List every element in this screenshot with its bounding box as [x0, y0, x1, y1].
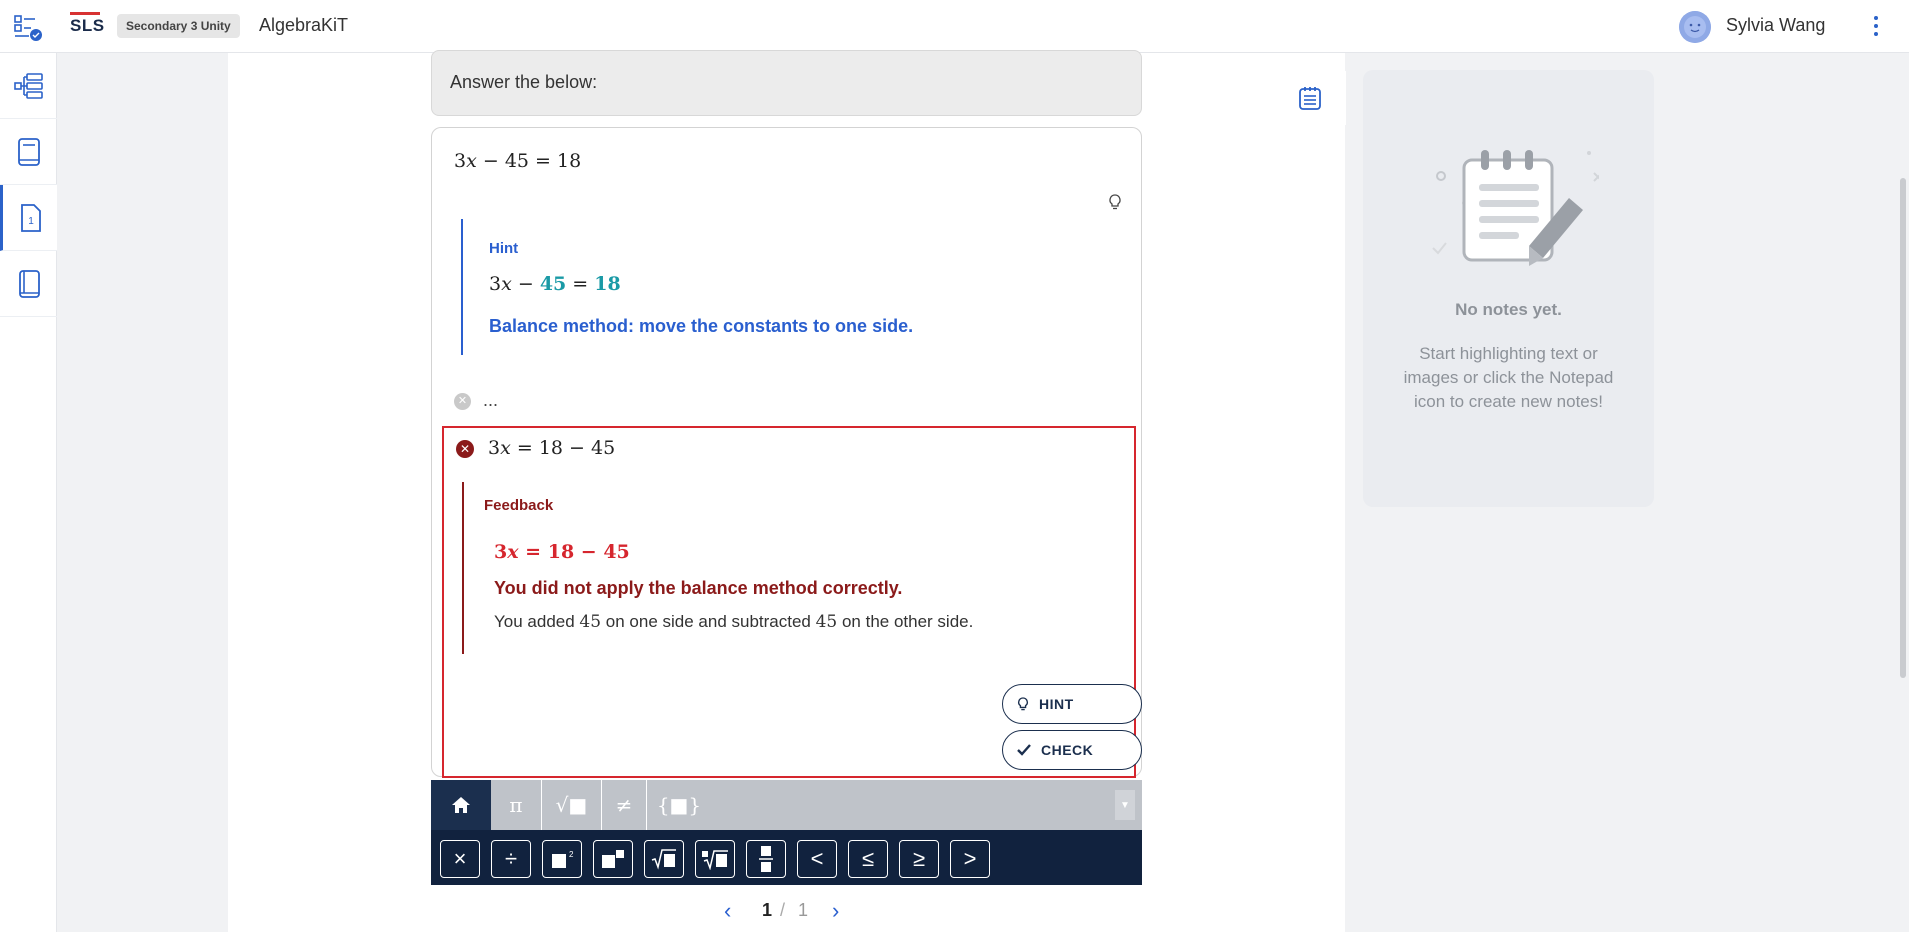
- page-total: 1: [798, 900, 809, 920]
- page-number-icon: 1: [21, 203, 41, 232]
- power-icon: [602, 850, 624, 868]
- given-equation: 3x − 45 = 18: [454, 150, 582, 172]
- hint-equation: 3x − 45 = 18: [489, 273, 621, 295]
- error-icon: ✕: [456, 440, 474, 458]
- page-current: 1: [762, 900, 773, 920]
- more-vertical-icon[interactable]: [1866, 12, 1886, 40]
- chevron-down-icon[interactable]: ▼: [1115, 790, 1135, 820]
- sidebar-item-notebook[interactable]: [0, 119, 57, 185]
- lightbulb-icon[interactable]: [1108, 194, 1122, 210]
- keyboard-tabs: π √■ ≠ {■} ▼: [431, 780, 1142, 830]
- feedback-label: Feedback: [484, 497, 554, 514]
- previous-step[interactable]: ✕...: [454, 390, 498, 411]
- keyboard-tab-sets[interactable]: {■}: [646, 780, 711, 830]
- keyboard-tab-home[interactable]: [431, 780, 491, 830]
- current-step: ✕ 3x = 18 − 45 Feedback 3x = 18 − 45 You…: [442, 426, 1142, 778]
- key-fraction[interactable]: [746, 840, 786, 878]
- hint-message: Balance method: move the constants to on…: [489, 316, 914, 336]
- key-less-equal[interactable]: ≤: [848, 840, 888, 878]
- top-bar: SLS Secondary 3 Unity AlgebraKiT Sylvia …: [0, 0, 1909, 53]
- key-power[interactable]: [593, 840, 633, 878]
- hint-button[interactable]: HINT: [1002, 684, 1142, 724]
- keyboard-tab-roots[interactable]: √■: [541, 780, 601, 830]
- keyboard-tab-relations[interactable]: ≠: [601, 780, 646, 830]
- sidebar-item-structure[interactable]: [0, 53, 57, 119]
- algebra-exercise: 3x − 45 = 18 Hint 3x − 45 = 18 Balance m…: [431, 127, 1142, 778]
- square-power-icon: 2: [552, 850, 574, 868]
- user-name[interactable]: Sylvia Wang: [1726, 15, 1825, 36]
- svg-text:2: 2: [569, 850, 574, 859]
- avatar-face-icon: [1679, 11, 1711, 43]
- keyboard-keys: × ÷ 2 < ≤ ≥ >: [431, 830, 1142, 885]
- notes-empty-title: No notes yet.: [1455, 300, 1562, 319]
- avatar[interactable]: [1679, 11, 1711, 43]
- chevron-left-icon[interactable]: ‹: [724, 898, 731, 924]
- scrollbar[interactable]: [1900, 178, 1906, 678]
- notebook-icon: [17, 137, 40, 166]
- key-square[interactable]: 2: [542, 840, 582, 878]
- keyboard-tab-constants[interactable]: π: [491, 780, 541, 830]
- key-greater-equal[interactable]: ≥: [899, 840, 939, 878]
- answer-input[interactable]: 3x = 18 − 45: [488, 437, 615, 459]
- key-sqrt[interactable]: [644, 840, 684, 878]
- feedback-equation: 3x = 18 − 45: [494, 541, 630, 563]
- class-badge: Secondary 3 Unity: [117, 14, 240, 38]
- question-prompt: Answer the below:: [431, 50, 1142, 116]
- notes-empty-description: Start highlighting text or images or cli…: [1403, 344, 1614, 411]
- feedback-detail: You added 45 on one side and subtracted …: [494, 612, 974, 632]
- sqrt-icon: [651, 849, 676, 870]
- sidebar-item-book[interactable]: [0, 251, 57, 317]
- hint-button-label: HINT: [1039, 696, 1074, 712]
- sidebar-item-page-1[interactable]: 1: [0, 185, 57, 251]
- svg-text:1: 1: [28, 216, 34, 227]
- check-button-label: CHECK: [1041, 742, 1094, 758]
- key-greater-than[interactable]: >: [950, 840, 990, 878]
- home-icon: [452, 797, 470, 813]
- app-title: AlgebraKiT: [259, 15, 349, 35]
- check-button[interactable]: CHECK: [1002, 730, 1142, 770]
- key-nth-root[interactable]: [695, 840, 735, 878]
- task-list-icon[interactable]: [13, 13, 43, 43]
- question-text: Answer the below:: [450, 72, 598, 92]
- fraction-icon: [759, 846, 773, 872]
- key-less-than[interactable]: <: [797, 840, 837, 878]
- sls-logo[interactable]: SLS: [70, 12, 105, 36]
- chevron-right-icon[interactable]: ›: [832, 898, 839, 924]
- feedback-panel: Feedback 3x = 18 − 45 You did not apply …: [462, 482, 1022, 654]
- lightbulb-icon: [1018, 697, 1028, 711]
- notes-panel: No notes yet. Start highlighting text or…: [1363, 70, 1654, 507]
- key-multiply[interactable]: ×: [440, 840, 480, 878]
- empty-notes-illustration-icon: [1432, 150, 1599, 266]
- hierarchy-icon: [13, 72, 43, 99]
- notepad-toggle-button[interactable]: [1274, 71, 1346, 125]
- hint-panel: Hint 3x − 45 = 18 Balance method: move t…: [461, 219, 914, 355]
- book-icon: [18, 269, 40, 298]
- page-separator: /: [780, 900, 786, 920]
- pagination: ‹ 1 / 1 ›: [724, 898, 849, 924]
- notepad-icon: [1299, 87, 1321, 110]
- checkmark-icon: [1017, 744, 1031, 756]
- sidebar: 1: [0, 53, 57, 932]
- key-divide[interactable]: ÷: [491, 840, 531, 878]
- incorrect-icon: ✕: [454, 393, 471, 410]
- nth-root-icon: [702, 850, 728, 870]
- feedback-message: You did not apply the balance method cor…: [494, 578, 903, 598]
- hint-label: Hint: [489, 240, 519, 257]
